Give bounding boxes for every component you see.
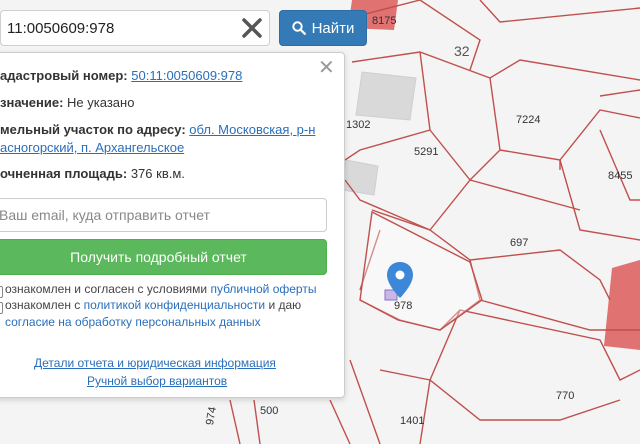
- cadastral-number-row: адастровый номер: 50:11:0050609:978: [0, 68, 242, 83]
- address-row: мельный участок по адресу: обл. Московск…: [0, 122, 315, 137]
- area-label: очненная площадь:: [0, 166, 128, 181]
- area-value: 376 кв.м.: [130, 166, 185, 181]
- plot-label-697: 697: [510, 237, 529, 249]
- consent-data-text: согласие на обработку персональных данны…: [5, 315, 261, 329]
- cadastral-search-input[interactable]: [0, 10, 270, 46]
- consent-privacy-text: ознакомлен с политикой конфиденциальност…: [5, 298, 301, 312]
- search-button[interactable]: Найти: [279, 10, 367, 46]
- plot-label-8175: 8175: [372, 15, 397, 27]
- manual-selection-link[interactable]: Ручной выбор вариантов: [87, 374, 227, 388]
- area-row: очненная площадь: 376 кв.м.: [0, 166, 185, 181]
- data-processing-consent-link[interactable]: согласие на обработку персональных данны…: [5, 315, 261, 329]
- consent-privacy-checkbox[interactable]: [0, 302, 3, 314]
- consent-offer-label: ознакомлен и согласен с условиями: [5, 282, 208, 296]
- get-report-button[interactable]: Получить подробный отчет: [0, 239, 327, 275]
- email-field[interactable]: [0, 198, 327, 232]
- purpose-label: значение:: [0, 95, 64, 110]
- plot-label-500: 500: [260, 405, 279, 417]
- purpose-row: значение: Не указано: [0, 95, 134, 110]
- close-x-icon[interactable]: [240, 16, 264, 40]
- privacy-policy-link[interactable]: политикой конфиденциальности: [84, 298, 265, 312]
- plot-label-7224: 7224: [516, 114, 541, 126]
- plot-label-1401: 1401: [400, 415, 425, 427]
- plot-label-5291: 5291: [414, 146, 439, 158]
- consent-privacy-tail: и даю: [268, 298, 302, 312]
- search-button-label: Найти: [311, 19, 355, 37]
- plot-label-770: 770: [556, 390, 575, 402]
- plot-label-978: 978: [394, 300, 413, 312]
- report-details-link[interactable]: Детали отчета и юридическая информация: [34, 356, 276, 370]
- close-icon[interactable]: ✕: [318, 58, 335, 78]
- address-link-line2[interactable]: асногорский, п. Архангельское: [0, 140, 184, 155]
- address-link-line1[interactable]: обл. Московская, р-н: [189, 122, 315, 137]
- consent-privacy-label: ознакомлен с: [5, 298, 81, 312]
- search-icon: [291, 21, 306, 35]
- address-label: мельный участок по адресу:: [0, 122, 186, 137]
- plot-label-1302: 1302: [346, 119, 371, 131]
- address-row-2: асногорский, п. Архангельское: [0, 140, 184, 155]
- purpose-value: Не указано: [67, 95, 135, 110]
- cadastral-number-label: адастровый номер:: [0, 68, 128, 83]
- public-offer-link[interactable]: публичной оферты: [210, 282, 316, 296]
- consent-offer-checkbox[interactable]: [0, 286, 3, 298]
- consent-offer-text: ознакомлен и согласен с условиями публич…: [5, 282, 316, 296]
- plot-label-8455: 8455: [608, 170, 633, 182]
- plot-label-32: 32: [454, 43, 470, 59]
- cadastral-number-link[interactable]: 50:11:0050609:978: [131, 68, 242, 83]
